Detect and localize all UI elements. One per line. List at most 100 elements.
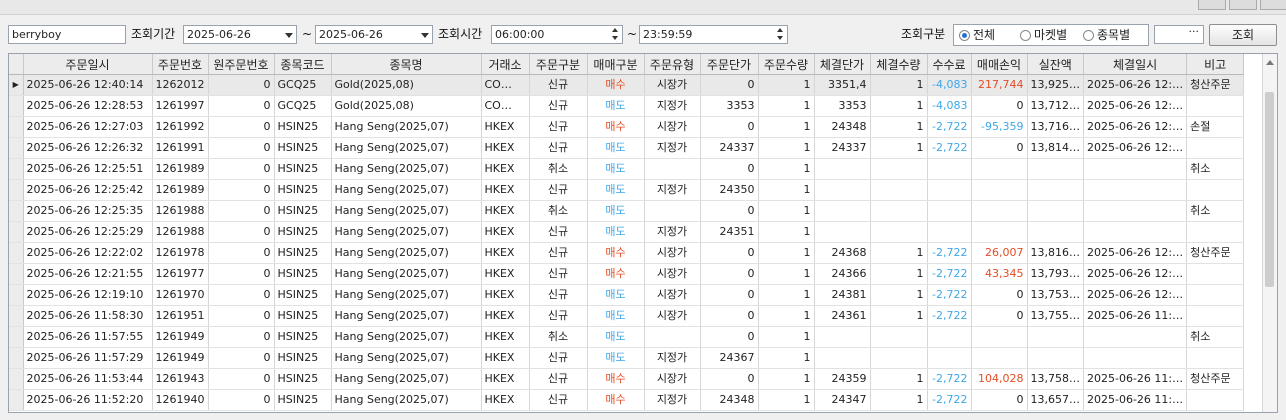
symbol-name-cell: Hang Seng(2025,07) bbox=[331, 179, 482, 201]
order-no-cell: 1261997 bbox=[152, 95, 209, 117]
order-kind-cell: 신규 bbox=[529, 284, 588, 306]
note-cell: 손절 bbox=[1186, 116, 1245, 138]
col-header[interactable]: 주문번호 bbox=[152, 54, 209, 75]
radio-market[interactable]: 마켓별 bbox=[1020, 28, 1067, 42]
col-header[interactable]: 주문구분 bbox=[529, 54, 588, 75]
fill-qty-cell bbox=[870, 347, 928, 369]
date-from-picker[interactable]: 2025-06-26 bbox=[183, 25, 297, 44]
order-kind-cell: 취소 bbox=[529, 200, 588, 222]
fill-price-cell: 24337 bbox=[814, 137, 871, 159]
scrollbar-thumb[interactable] bbox=[1265, 92, 1274, 287]
date-to-picker[interactable]: 2025-06-26 bbox=[315, 25, 433, 44]
fill-price-cell bbox=[814, 347, 871, 369]
note-cell bbox=[1186, 221, 1245, 243]
order-datetime-cell: 2025-06-26 12:25:35 bbox=[23, 200, 153, 222]
spinner-icon[interactable] bbox=[611, 27, 620, 42]
col-header[interactable]: 비고 bbox=[1186, 54, 1245, 75]
order-qty-cell: 1 bbox=[758, 263, 815, 285]
order-kind-cell: 신규 bbox=[529, 347, 588, 369]
order-no-cell: 1261988 bbox=[152, 221, 209, 243]
order-price-cell: 0 bbox=[700, 116, 759, 138]
table-row[interactable]: 2025-06-26 12:25:42 1261989 0 HSIN25 Hang Se… bbox=[9, 179, 1245, 201]
time-range-tilde: ~ bbox=[627, 27, 638, 41]
row-indicator bbox=[9, 347, 24, 369]
table-row[interactable]: 2025-06-26 12:25:51 1261989 0 HSIN25 Hang Se… bbox=[9, 158, 1245, 180]
col-header[interactable]: 체결일시 bbox=[1083, 54, 1188, 75]
order-qty-cell: 1 bbox=[758, 347, 815, 369]
col-header[interactable]: 주문단가 bbox=[700, 54, 759, 75]
ellipsis-button[interactable]: ··· bbox=[1189, 26, 1200, 40]
col-header[interactable]: 수수료 bbox=[927, 54, 972, 75]
chevron-down-icon bbox=[421, 33, 429, 38]
table-row[interactable]: 2025-06-26 12:22:02 1261978 0 HSIN25 Hang Se… bbox=[9, 242, 1245, 264]
time-from-spinner[interactable]: 06:00:00 bbox=[491, 25, 623, 44]
order-price-cell: 0 bbox=[700, 284, 759, 306]
time-to-spinner[interactable]: 23:59:59 bbox=[639, 25, 788, 44]
exchange-cell: HKEX bbox=[481, 305, 530, 327]
order-datetime-cell: 2025-06-26 11:57:55 bbox=[23, 326, 153, 348]
header-indicator bbox=[9, 54, 24, 75]
close-button[interactable] bbox=[1260, 0, 1286, 10]
row-indicator bbox=[9, 368, 24, 390]
radio-symbol[interactable]: 종목별 bbox=[1083, 28, 1130, 42]
col-header[interactable]: 원주문번호 bbox=[208, 54, 275, 75]
table-row[interactable]: 2025-06-26 11:52:20 1261940 0 HSIN25 Hang Se… bbox=[9, 389, 1245, 411]
col-header[interactable]: 실잔액 bbox=[1027, 54, 1084, 75]
table-row[interactable]: 2025-06-26 11:53:44 1261943 0 HSIN25 Hang Se… bbox=[9, 368, 1245, 390]
maximize-button[interactable] bbox=[1229, 0, 1257, 10]
order-kind-cell: 신규 bbox=[529, 74, 588, 96]
row-pointer-icon: ▶ bbox=[9, 74, 24, 96]
table-row[interactable]: 2025-06-26 11:57:55 1261949 0 HSIN25 Hang Se… bbox=[9, 326, 1245, 348]
radio-all[interactable]: 전체 bbox=[959, 28, 995, 42]
table-row[interactable]: 2025-06-26 11:58:30 1261951 0 HSIN25 Hang Se… bbox=[9, 305, 1245, 327]
col-header[interactable]: 매매구분 bbox=[587, 54, 645, 75]
table-row[interactable]: 2025-06-26 12:28:53 1261997 0 GCQ25 Gold(202… bbox=[9, 95, 1245, 117]
pnl-cell bbox=[971, 158, 1028, 180]
fill-qty-cell bbox=[870, 158, 928, 180]
order-datetime-cell: 2025-06-26 11:58:30 bbox=[23, 305, 153, 327]
order-datetime-cell: 2025-06-26 12:25:29 bbox=[23, 221, 153, 243]
table-row[interactable]: 2025-06-26 12:27:03 1261992 0 HSIN25 Hang Se… bbox=[9, 116, 1245, 138]
col-header[interactable]: 거래소 bbox=[481, 54, 530, 75]
account-field[interactable]: berryboy bbox=[8, 25, 126, 44]
table-row[interactable]: 2025-06-26 12:26:32 1261991 0 HSIN25 Hang Se… bbox=[9, 137, 1245, 159]
table-row[interactable]: 2025-06-26 12:21:55 1261977 0 HSIN25 Hang Se… bbox=[9, 263, 1245, 285]
col-header[interactable]: 종목명 bbox=[331, 54, 482, 75]
col-header[interactable]: 주문수량 bbox=[758, 54, 815, 75]
row-indicator bbox=[9, 179, 24, 201]
col-header[interactable]: 주문유형 bbox=[644, 54, 701, 75]
scroll-up-arrow-icon[interactable] bbox=[1266, 60, 1274, 65]
symbol-name-cell: Hang Seng(2025,07) bbox=[331, 305, 482, 327]
spinner-icon[interactable] bbox=[776, 27, 785, 42]
symbol-code-cell: HSIN25 bbox=[274, 242, 332, 264]
order-type-cell: 지정가 bbox=[644, 137, 701, 159]
col-header[interactable]: 체결수량 bbox=[870, 54, 928, 75]
vertical-scrollbar[interactable] bbox=[1262, 54, 1277, 412]
table-row[interactable]: 2025-06-26 11:57:29 1261949 0 HSIN25 Hang Se… bbox=[9, 347, 1245, 369]
extra-filter-field[interactable]: ··· bbox=[1154, 25, 1204, 44]
search-button[interactable]: 조회 bbox=[1209, 24, 1277, 46]
trade-side-cell: 매도 bbox=[587, 221, 645, 243]
fill-datetime-cell: 2025-06-26 11:… bbox=[1083, 368, 1188, 390]
col-header[interactable]: 매매손익 bbox=[971, 54, 1028, 75]
exchange-cell: HKEX bbox=[481, 158, 530, 180]
order-kind-cell: 신규 bbox=[529, 137, 588, 159]
table-row[interactable]: 2025-06-26 12:19:10 1261970 0 HSIN25 Hang Se… bbox=[9, 284, 1245, 306]
table-row[interactable]: 2025-06-26 12:25:35 1261988 0 HSIN25 Hang Se… bbox=[9, 200, 1245, 222]
order-no-cell: 1261951 bbox=[152, 305, 209, 327]
order-no-cell: 1261991 bbox=[152, 137, 209, 159]
col-header[interactable]: 체결단가 bbox=[814, 54, 871, 75]
trade-side-cell: 매도 bbox=[587, 137, 645, 159]
order-price-cell: 0 bbox=[700, 305, 759, 327]
minimize-button[interactable] bbox=[1198, 0, 1226, 10]
order-qty-cell: 1 bbox=[758, 305, 815, 327]
table-row[interactable]: 2025-06-26 12:25:29 1261988 0 HSIN25 Hang Se… bbox=[9, 221, 1245, 243]
col-header[interactable]: 종목코드 bbox=[274, 54, 332, 75]
order-price-cell: 0 bbox=[700, 326, 759, 348]
radio-selected-icon bbox=[959, 30, 970, 41]
trade-side-cell: 매수 bbox=[587, 389, 645, 411]
fee-cell: -4,083 bbox=[927, 95, 972, 117]
order-price-cell: 24348 bbox=[700, 389, 759, 411]
table-row[interactable]: ▶ 2025-06-26 12:40:14 1262012 0 GCQ25 Gold(20… bbox=[9, 74, 1245, 96]
col-header[interactable]: 주문일시 bbox=[23, 54, 153, 75]
